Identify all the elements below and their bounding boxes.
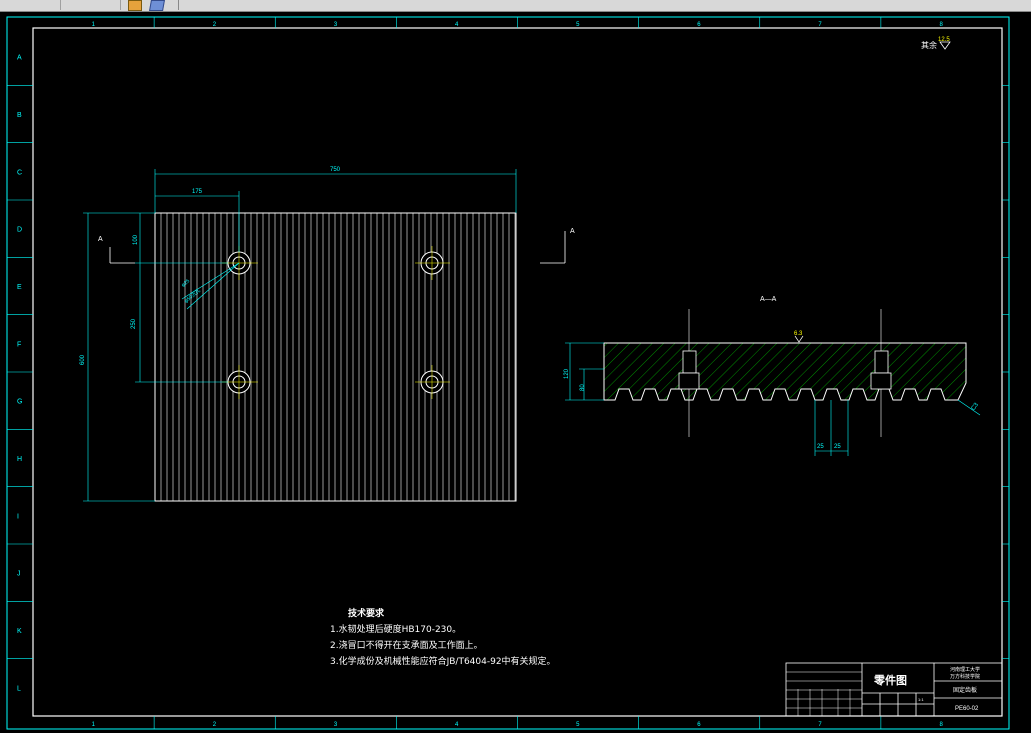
part-name: 固定齿板 [953, 686, 977, 694]
frame-col-label: 8 [939, 22, 943, 28]
frame-col-label: 3 [334, 722, 338, 728]
dim-slot-w2: 25 [834, 444, 841, 450]
dim-thickness: 120 [564, 368, 570, 379]
technical-notes: 技术要求 1.水韧处理后硬度HB170-230。 2.浇冒口不得开在支承面及工作… [330, 606, 556, 670]
frame-col-label: 4 [455, 722, 459, 728]
dim-hole-spacing: 250 [131, 318, 137, 329]
dim-chamfer: C3 [971, 402, 981, 412]
dim-hole-dia2: φ50沉孔 [183, 287, 202, 304]
frame-row-label: J [17, 571, 21, 578]
scale: 1:1 [918, 697, 924, 702]
frame-col-label: 3 [334, 22, 338, 28]
school-name: 河南理工大学 [950, 666, 980, 673]
frame-row-label: E [17, 284, 22, 291]
drawing-no: PE60-02 [955, 706, 979, 712]
notes-title: 技术要求 [348, 609, 385, 619]
dim-offset-left: 175 [192, 189, 203, 195]
toolbar-separator [178, 0, 179, 10]
dim-top-offset: 100 [133, 234, 139, 245]
frame-col-label: 6 [697, 722, 701, 728]
dim-overall-height: 600 [80, 354, 86, 365]
roughness-label: 其余 [921, 40, 937, 50]
frame-row-label: H [17, 456, 22, 463]
dim-inner-height: 80 [580, 384, 586, 391]
dept-name: 万方科技学院 [950, 673, 980, 680]
frame-row-label: F [17, 341, 21, 348]
plan-view: 750 175 600 100 250 φ25 φ50沉孔 A A [80, 167, 575, 502]
frame-col-label: 1 [92, 722, 96, 728]
frame-row-label: A [17, 55, 22, 62]
dim-hole-dia1: φ25 [180, 278, 191, 288]
frame-row-label: G [17, 399, 22, 406]
frame-row-label: D [17, 227, 22, 234]
frame-col-label: 5 [576, 22, 580, 28]
section-view: A—A 120 80 25 25 C3 6.3 [564, 296, 980, 456]
section-mark-left: A [98, 236, 103, 243]
frame-row-label: I [17, 513, 19, 520]
section-title: A—A [760, 296, 777, 303]
toolbar-button[interactable] [60, 0, 121, 10]
frame-col-label: 1 [92, 22, 96, 28]
frame-col-label: 2 [213, 22, 217, 28]
frame-col-label: 8 [939, 722, 943, 728]
note-item: 3.化学成份及机械性能应符合JB/T6404-92中有关规定。 [330, 657, 556, 667]
frame-row-label: C [17, 169, 22, 176]
frame-row-label: L [17, 685, 21, 692]
toolbar-button[interactable] [0, 0, 61, 10]
frame-row-label: B [17, 112, 22, 119]
frame-col-label: 7 [818, 722, 822, 728]
frame-col-label: 6 [697, 22, 701, 28]
dim-slot-w1: 25 [817, 444, 824, 450]
frame-col-label: 4 [455, 22, 459, 28]
cube-icon[interactable] [149, 0, 165, 11]
hole [227, 251, 444, 394]
note-item: 2.浇冒口不得开在支承面及工作面上。 [330, 641, 483, 651]
dim-overall-width: 750 [330, 167, 341, 173]
note-item: 1.水韧处理后硬度HB170-230。 [330, 625, 462, 635]
frame-col-label: 7 [818, 22, 822, 28]
section-mark-right: A [570, 228, 575, 235]
folder-icon[interactable] [128, 0, 142, 11]
frame-col-label: 2 [213, 722, 217, 728]
frame-row-label: K [17, 628, 22, 635]
roughness-symbol: 其余 12.5 [921, 37, 951, 50]
drawing-name: 零件图 [873, 673, 907, 687]
frame-col-label: 5 [576, 722, 580, 728]
